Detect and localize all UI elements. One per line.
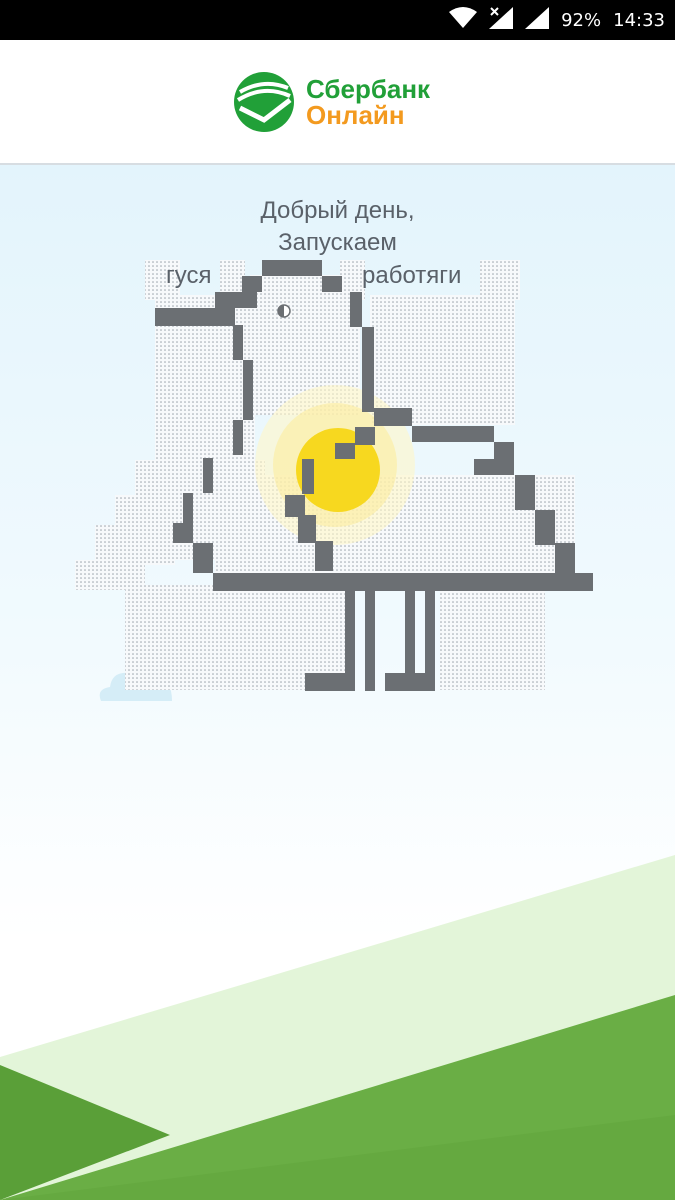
signal-x-icon (489, 7, 514, 33)
green-hills (0, 855, 675, 1200)
greeting-word-right: работяги (362, 262, 462, 289)
sberbank-logo-icon (234, 72, 294, 132)
brand-name: Сбербанк (306, 74, 431, 104)
greeting-line-1: Добрый день, (260, 197, 415, 224)
greeting-line-3: гуся работяги (0, 260, 675, 292)
signal-icon (525, 7, 550, 33)
greeting-line-2: Запускаем (278, 229, 397, 256)
clock: 14:33 (613, 9, 665, 31)
battery-percent: 92% (561, 9, 602, 31)
splash-screen: Добрый день, Запускаем гуся работяги (0, 165, 675, 1200)
greeting: Добрый день, Запускаем (0, 195, 675, 259)
brand-subtitle: Онлайн (306, 100, 405, 130)
sberbank-logo: Сбербанк Онлайн (232, 70, 430, 134)
greeting-word-left: гуся (166, 262, 212, 289)
app-header: Сбербанк Онлайн (0, 40, 675, 165)
status-bar: 92% 14:33 (0, 0, 675, 40)
wifi-icon (449, 7, 478, 33)
